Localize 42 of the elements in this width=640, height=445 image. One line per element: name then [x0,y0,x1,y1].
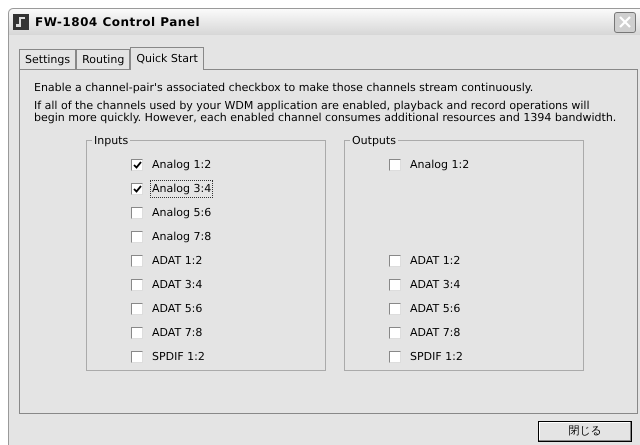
checkbox-label: ADAT 7:8 [151,324,204,341]
app-icon [13,14,29,30]
checkbox-label: Analog 1:2 [151,156,212,173]
close-icon [618,15,632,29]
checkbox-label: Analog 7:8 [151,228,212,245]
intro-text: Enable a channel-pair's associated checkbox to make those channels stream continuously. [34,82,534,94]
checkbox-label: SPDIF 1:2 [409,348,464,365]
group-title: Inputs [92,133,130,150]
checkbox[interactable] [389,279,401,291]
checkbox-label: ADAT 5:6 [151,300,204,317]
checkbox[interactable] [131,159,143,171]
checkbox[interactable] [131,279,143,291]
checkbox-label: Analog 1:2 [409,156,470,173]
checkbox-label: ADAT 3:4 [409,276,462,293]
checkbox[interactable] [131,183,143,195]
checkbox-label: Analog 5:6 [151,204,212,221]
note-text: If all of the channels used by your WDM application are enabled, playback and record operations will begin more quickly. However, each enabled channel consumes additional resources and 1394 bandwidth. [34,100,618,124]
checkbox-label: ADAT 1:2 [151,252,204,269]
checkbox[interactable] [389,351,401,363]
group-title: Outputs [350,133,398,150]
checkbox[interactable] [389,327,401,339]
checkbox-label: Analog 3:4 [150,180,214,198]
tab[interactable]: Routing [76,49,130,69]
checkbox-label: SPDIF 1:2 [151,348,206,365]
checkbox[interactable] [131,303,143,315]
close-button[interactable]: 閉じる [538,421,632,442]
window-title: FW-1804 Control Panel [35,14,200,31]
checkbox[interactable] [131,207,143,219]
checkbox-label: ADAT 1:2 [409,252,462,269]
checkbox[interactable] [131,351,143,363]
tab[interactable]: Quick Start [130,47,204,70]
checkbox[interactable] [389,255,401,267]
checkbox-label: ADAT 5:6 [409,300,462,317]
checkbox[interactable] [131,255,143,267]
checkbox[interactable] [389,159,401,171]
checkbox-label: ADAT 7:8 [409,324,462,341]
checkbox[interactable] [131,231,143,243]
checkbox[interactable] [389,303,401,315]
close-button[interactable] [614,12,636,32]
checkbox-label: ADAT 3:4 [151,276,204,293]
tab[interactable]: Settings [19,49,76,69]
checkbox[interactable] [131,327,143,339]
